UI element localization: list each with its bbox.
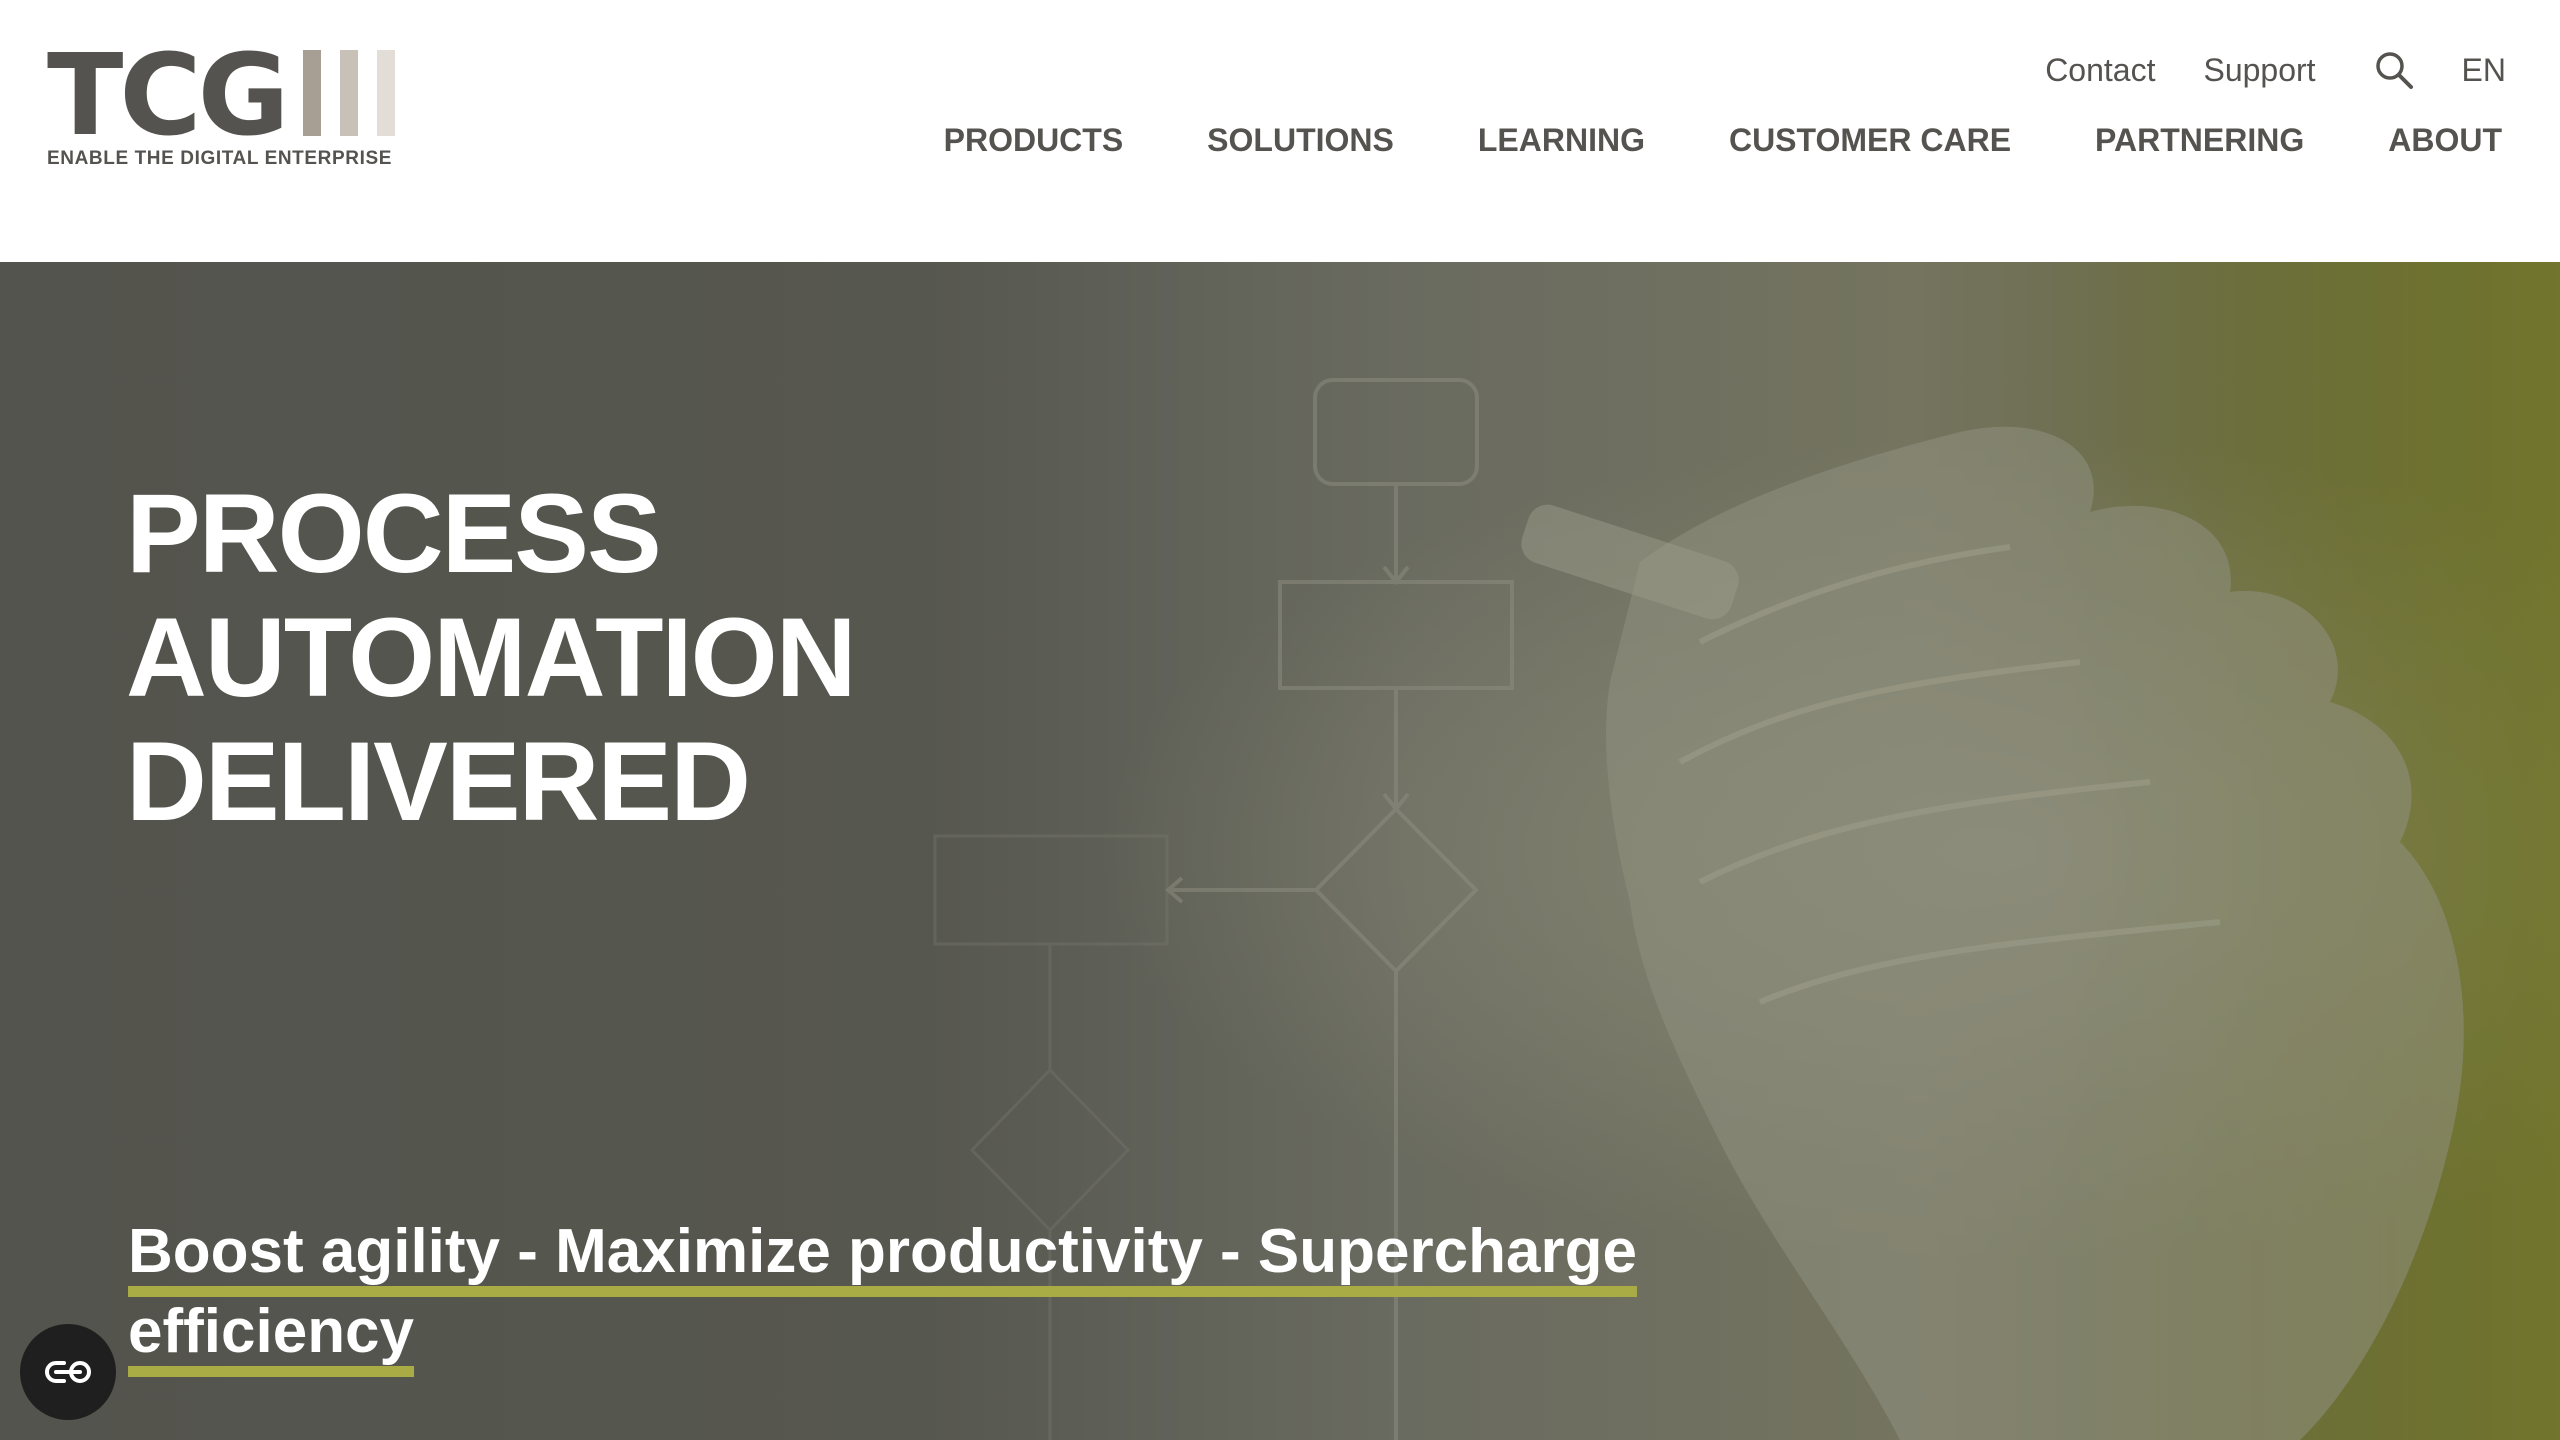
accessibility-toggle-button[interactable] [20,1324,116,1420]
hero-title: PROCESS AUTOMATION DELIVERED [126,472,1226,844]
hero-banner: PROCESS AUTOMATION DELIVERED Boost agili… [0,262,2560,1440]
support-link[interactable]: Support [2203,52,2315,89]
nav-solutions[interactable]: SOLUTIONS [1207,122,1394,159]
tcg-logo[interactable]: TCG ENABLE THE DIGITAL ENTERPRISE [47,40,407,173]
hero-tagline: Boost agility - Maximize productivity - … [128,1212,1708,1372]
hero-tagline-text: Boost agility - Maximize productivity - … [128,1217,1637,1366]
hero-title-line-2: AUTOMATION [126,595,857,720]
utility-nav: Contact Support EN [2045,46,2506,94]
search-icon[interactable] [2374,50,2414,90]
main-nav: PRODUCTS SOLUTIONS LEARNING CUSTOMER CAR… [944,116,2502,164]
hero-title-line-3: DELIVERED [126,719,751,844]
logo-bar-2 [340,50,358,136]
accessibility-toggle-icon [45,1361,91,1383]
nav-customer-care[interactable]: CUSTOMER CARE [1729,122,2011,159]
nav-learning[interactable]: LEARNING [1478,122,1645,159]
nav-about[interactable]: ABOUT [2388,122,2502,159]
site-header: TCG ENABLE THE DIGITAL ENTERPRISE Contac… [0,0,2560,262]
logo-letters: TCG [47,31,290,161]
logo-tagline: ENABLE THE DIGITAL ENTERPRISE [47,148,393,169]
hero-title-line-1: PROCESS [126,471,662,596]
contact-link[interactable]: Contact [2045,52,2155,89]
logo-bar-3 [377,50,395,136]
nav-products[interactable]: PRODUCTS [944,122,1124,159]
nav-partnering[interactable]: PARTNERING [2095,122,2304,159]
language-selector[interactable]: EN [2462,52,2506,89]
logo-bar-1 [303,50,321,136]
